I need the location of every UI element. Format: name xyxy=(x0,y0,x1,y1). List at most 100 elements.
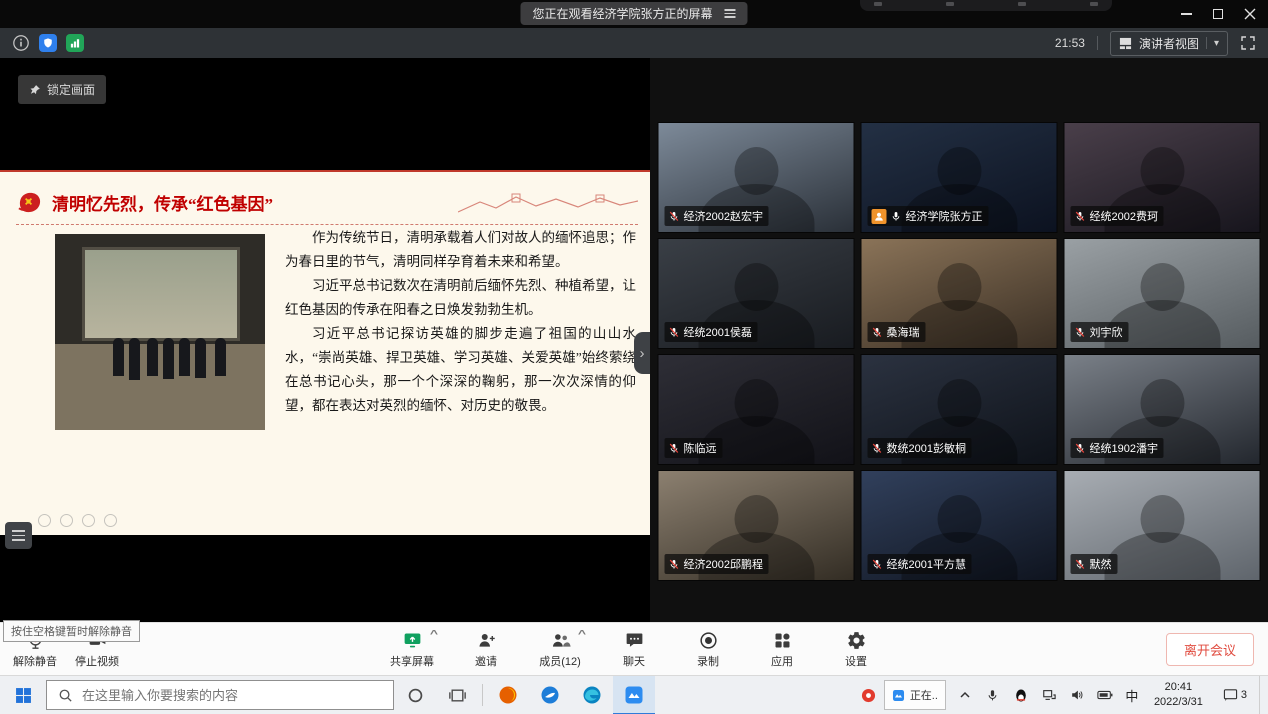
shape-icon xyxy=(60,514,73,527)
maximize-button[interactable] xyxy=(1202,0,1234,28)
apps-icon xyxy=(772,630,793,651)
running-window-label: 正在.. xyxy=(910,687,938,703)
invite-button[interactable]: 邀请 xyxy=(455,626,517,673)
search-input[interactable] xyxy=(82,688,382,703)
participant-tile[interactable]: 陈临远 xyxy=(658,354,855,465)
participant-tile[interactable]: 经济2002邱鹏程 xyxy=(658,470,855,581)
record-label: 录制 xyxy=(697,653,719,669)
menu-icon[interactable] xyxy=(725,9,736,18)
participant-tile[interactable]: 经统2002费珂 xyxy=(1064,122,1261,233)
participant-name: 桑海瑞 xyxy=(887,324,920,340)
leave-meeting-button[interactable]: 离开会议 xyxy=(1166,633,1254,666)
participant-tile[interactable]: 经济学院张方正 xyxy=(861,122,1058,233)
tray-microphone-icon[interactable] xyxy=(980,676,1006,714)
participant-tile[interactable]: 经统2001平方慧 xyxy=(861,470,1058,581)
taskbar-time: 20:41 xyxy=(1154,680,1203,695)
taskbar-app-blue[interactable] xyxy=(529,676,571,714)
meeting-info-icon[interactable] xyxy=(12,34,30,52)
participant-label: 刘宇欣 xyxy=(1071,322,1129,342)
participant-tile[interactable]: 桑海瑞 xyxy=(861,238,1058,349)
participant-label: 桑海瑞 xyxy=(868,322,926,342)
show-desktop-strip[interactable] xyxy=(1259,676,1264,714)
task-view-button[interactable] xyxy=(436,676,478,714)
record-button[interactable]: 录制 xyxy=(677,626,739,673)
taskbar-app-firefox[interactable] xyxy=(487,676,529,714)
tray-battery-icon[interactable] xyxy=(1092,676,1118,714)
share-screen-button[interactable]: ^ 共享屏幕 xyxy=(381,626,443,673)
tray-overflow-chevron-icon[interactable] xyxy=(952,676,978,714)
host-avatar-icon xyxy=(872,209,887,224)
notification-badge: 3 xyxy=(1241,689,1247,701)
annotation-menu-button[interactable] xyxy=(5,522,32,549)
taskbar-app-meeting-active[interactable] xyxy=(613,676,655,714)
running-window-button[interactable]: 正在.. xyxy=(884,680,946,710)
window-controls xyxy=(1170,0,1266,28)
participant-name: 陈临远 xyxy=(684,440,717,456)
pen-icon xyxy=(38,514,51,527)
meeting-toolbar: ^ 解除静音 ^ 停止视频 ^ 共享屏幕 邀请 ^ xyxy=(0,622,1268,675)
participant-label: 经济学院张方正 xyxy=(868,206,989,226)
participant-silhouette xyxy=(937,495,981,543)
search-icon xyxy=(58,688,73,703)
participant-silhouette xyxy=(734,495,778,543)
participant-tile[interactable]: 经统1902潘宇 xyxy=(1064,354,1261,465)
caret-up-icon[interactable]: ^ xyxy=(430,629,438,640)
start-button[interactable] xyxy=(0,676,46,714)
lock-view-label: 锁定画面 xyxy=(47,81,95,98)
main-content: 锁定画面 清明忆先烈，传承“红色基因” xyxy=(0,58,1268,622)
share-screen-label: 共享屏幕 xyxy=(390,653,434,669)
participant-tile[interactable]: 经济2002赵宏宇 xyxy=(658,122,855,233)
participant-tile[interactable]: 刘宇欣 xyxy=(1064,238,1261,349)
participant-silhouette xyxy=(734,379,778,427)
participant-silhouette xyxy=(1140,379,1184,427)
participant-tile[interactable]: 数统2001彭敏桐 xyxy=(861,354,1058,465)
annotation-tools[interactable] xyxy=(38,514,117,527)
taskbar-search[interactable] xyxy=(46,680,394,710)
watching-banner[interactable]: 您正在观看经济学院张方正的屏幕 xyxy=(520,2,747,25)
network-quality-icon[interactable] xyxy=(66,34,84,52)
speaker-view-icon xyxy=(1119,37,1132,50)
participant-label: 经济2002赵宏宇 xyxy=(665,206,769,226)
cortana-button[interactable] xyxy=(394,676,436,714)
mic-muted-icon xyxy=(1075,559,1086,570)
mic-muted-icon xyxy=(1075,443,1086,454)
lock-view-button[interactable]: 锁定画面 xyxy=(18,75,106,104)
invite-icon xyxy=(476,630,497,651)
security-shield-icon[interactable] xyxy=(39,34,57,52)
tray-network-icon[interactable] xyxy=(1036,676,1062,714)
caret-up-icon[interactable]: ^ xyxy=(578,629,586,640)
chat-button[interactable]: 聊天 xyxy=(603,626,665,673)
divider xyxy=(1206,37,1207,49)
participant-silhouette xyxy=(937,379,981,427)
tray-qq-icon[interactable] xyxy=(1008,676,1034,714)
notification-center-button[interactable]: 3 xyxy=(1213,688,1257,702)
view-mode-label: 演讲者视图 xyxy=(1139,35,1199,52)
record-icon xyxy=(698,630,719,651)
fullscreen-icon[interactable] xyxy=(1240,35,1256,51)
windows-logo-icon xyxy=(15,687,32,704)
participant-tile[interactable]: 经统2001侯磊 xyxy=(658,238,855,349)
eraser-icon xyxy=(104,514,117,527)
tray-red-app-icon[interactable] xyxy=(856,676,882,714)
tray-volume-icon[interactable] xyxy=(1064,676,1090,714)
taskbar-clock[interactable]: 20:41 2022/3/31 xyxy=(1146,680,1211,710)
settings-button[interactable]: 设置 xyxy=(825,626,887,673)
mic-on-icon xyxy=(891,211,902,222)
ime-indicator[interactable]: 中 xyxy=(1120,686,1144,705)
floating-toolbar-docked[interactable] xyxy=(860,0,1112,11)
minimize-button[interactable] xyxy=(1170,0,1202,28)
apps-button[interactable]: 应用 xyxy=(751,626,813,673)
status-toolbar: 21:53 演讲者视图 ▾ xyxy=(0,28,1268,58)
taskbar-app-edge[interactable] xyxy=(571,676,613,714)
participant-tile[interactable]: 默然 xyxy=(1064,470,1261,581)
close-button[interactable] xyxy=(1234,0,1266,28)
panel-collapse-handle[interactable]: › xyxy=(634,332,650,374)
view-mode-selector[interactable]: 演讲者视图 ▾ xyxy=(1110,31,1228,56)
chevron-down-icon[interactable]: ▾ xyxy=(1214,38,1219,49)
close-icon xyxy=(1244,8,1256,20)
members-button[interactable]: ^ 成员(12) xyxy=(529,626,591,673)
task-view-icon xyxy=(449,687,466,704)
slide-paragraph: 作为传统节日，清明承载着人们对故人的缅怀追思；作为春日里的节气，清明同样孕育着未… xyxy=(285,226,636,274)
meeting-app-icon xyxy=(892,689,905,702)
participant-silhouette xyxy=(1140,495,1184,543)
